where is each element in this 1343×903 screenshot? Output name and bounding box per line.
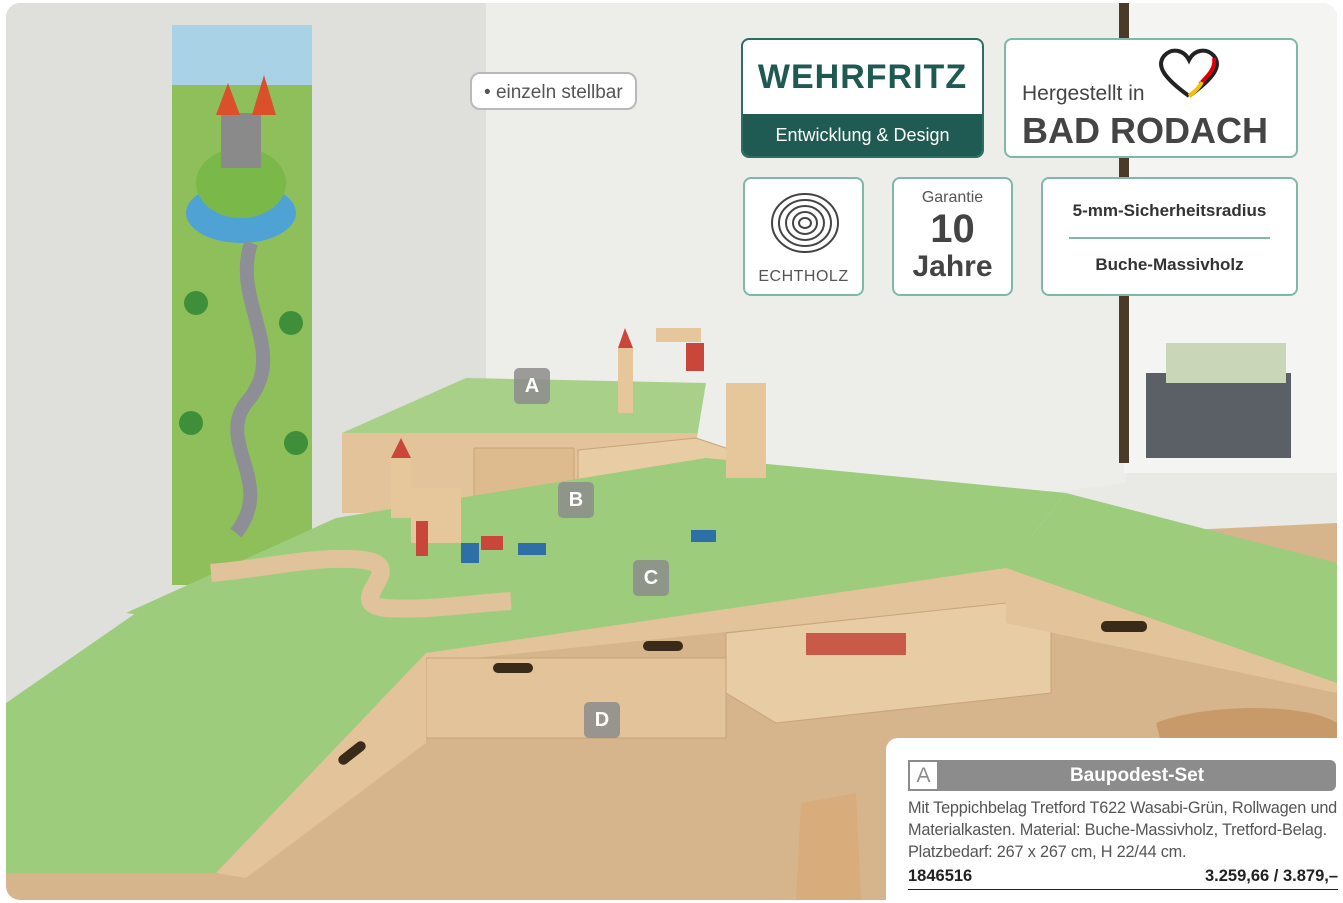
tree-rings-icon — [771, 193, 839, 253]
made-in-badge: Hergestellt in BAD RODACH — [1004, 38, 1298, 158]
feature-divider — [1069, 237, 1270, 239]
guarantee-badge: Garantie 10 Jahre — [892, 177, 1013, 296]
guarantee-years: 10 — [930, 207, 975, 251]
feature-material: Buche-Massivholz — [1095, 255, 1244, 274]
real-wood-label: ECHTHOLZ — [758, 268, 849, 285]
product-title: Baupodest-Set — [938, 760, 1336, 791]
brand-subtitle: Entwicklung & Design — [743, 114, 982, 156]
guarantee-unit: Jahre — [912, 250, 993, 283]
features-badge: 5-mm-Sicherheitsradius Buche-Massivholz — [1041, 177, 1298, 296]
marker-c: C — [633, 560, 669, 596]
product-info-panel: Baupodest-Set A Mit Teppichbelag Tretfor… — [886, 738, 1343, 900]
catalog-page: • einzeln stellbar WEHRFRITZ Entwicklung… — [0, 0, 1343, 903]
made-in-place: BAD RODACH — [1022, 110, 1268, 151]
price: 3.259,66 / 3.879,– — [1204, 867, 1338, 885]
marker-d: D — [584, 702, 620, 738]
product-letter: A — [908, 760, 939, 791]
made-in-label: Hergestellt in — [1022, 82, 1145, 105]
product-order-line: 1846516 3.259,66 / 3.879,– — [908, 867, 1338, 890]
heart-icon — [1159, 48, 1219, 98]
brand-logo: WEHRFRITZ Entwicklung & Design — [741, 38, 984, 158]
real-wood-badge: ECHTHOLZ — [743, 177, 864, 296]
product-description: Mit Teppichbelag Tretford T622 Wasabi-Gr… — [908, 799, 1338, 861]
article-number: 1846516 — [908, 867, 973, 885]
marker-b: B — [558, 482, 594, 518]
brand-name: WEHRFRITZ — [757, 58, 968, 96]
pill-text: einzeln stellbar — [495, 82, 623, 103]
feature-safety-radius: 5-mm-Sicherheitsradius — [1072, 201, 1267, 220]
guarantee-label: Garantie — [921, 189, 984, 206]
feature-pill: • einzeln stellbar — [470, 72, 637, 110]
product-header: Baupodest-Set A — [908, 760, 1336, 791]
marker-a: A — [514, 368, 550, 404]
